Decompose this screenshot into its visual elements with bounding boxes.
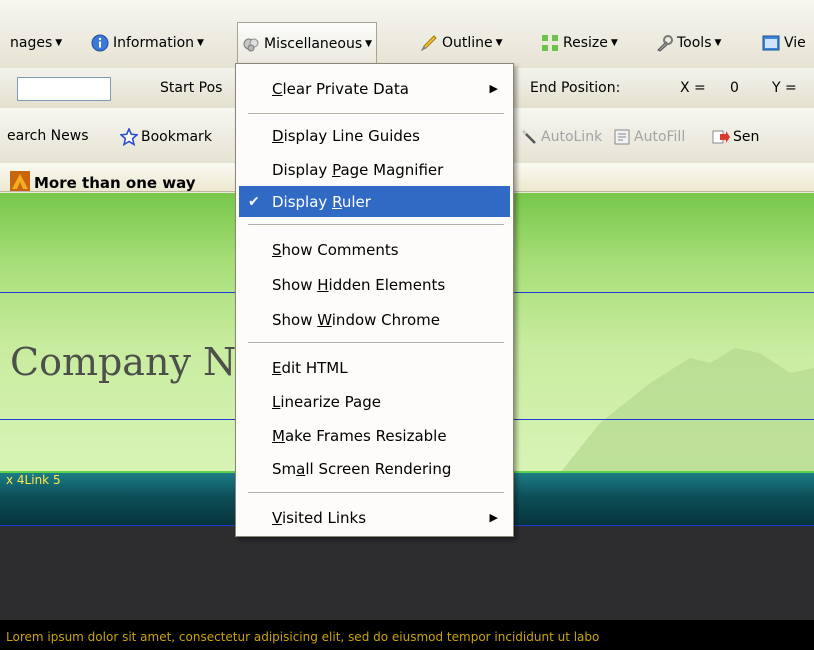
menu-item-label: Display Page Magnifier <box>272 160 444 179</box>
menu-item-label: Make Frames Resizable <box>272 426 447 445</box>
menu-separator <box>248 342 504 344</box>
menu-item-make-frames-resizable[interactable]: Make Frames Resizable <box>239 420 510 451</box>
wand-icon <box>520 128 538 146</box>
menu-item-show-comments[interactable]: Show Comments <box>239 234 510 265</box>
send-label: Sen <box>733 129 760 145</box>
y-coordinate-label: Y = <box>772 80 797 96</box>
autolink-button[interactable]: AutoLink <box>520 128 602 146</box>
menu-item-label: Display Ruler <box>272 192 371 211</box>
form-icon <box>613 128 631 146</box>
wrench-icon <box>655 34 673 52</box>
checkmark-icon: ✔ <box>248 193 260 210</box>
misc-icon <box>242 35 260 53</box>
chevron-down-icon: ▼ <box>365 39 373 49</box>
images-menu-label: nages <box>10 35 53 51</box>
menu-item-display-ruler[interactable]: ✔ Display Ruler <box>239 186 510 217</box>
menu-separator <box>248 224 504 226</box>
menu-item-linearize-page[interactable]: Linearize Page <box>239 386 510 417</box>
view-menu-label: Vie <box>784 35 806 51</box>
send-button[interactable]: Sen <box>712 128 759 146</box>
autofill-label: AutoFill <box>634 129 686 145</box>
images-menu[interactable]: nages ▼ <box>6 32 62 54</box>
end-position-label: End Position: <box>530 80 621 96</box>
menu-item-label: Linearize Page <box>272 392 381 411</box>
bookmarks-button[interactable]: Bookmark <box>120 128 212 146</box>
chevron-down-icon: ▼ <box>197 38 204 48</box>
menu-item-display-line-guides[interactable]: Display Line Guides <box>239 120 510 151</box>
menu-item-show-window-chrome[interactable]: Show Window Chrome <box>239 304 510 335</box>
x-coordinate-value: 0 <box>730 80 739 96</box>
menu-item-show-hidden-elements[interactable]: Show Hidden Elements <box>239 269 510 300</box>
content-area <box>0 525 814 621</box>
search-news-button[interactable]: earch News <box>4 128 89 144</box>
menu-item-label: Show Comments <box>272 240 399 259</box>
menu-item-label: Show Window Chrome <box>272 310 441 329</box>
resize-menu-label: Resize <box>563 35 608 51</box>
mountain-graphic <box>560 348 814 473</box>
body-text: Lorem ipsum dolor sit amet, consectetur … <box>6 630 600 644</box>
miscellaneous-dropdown: Clear Private Data ▶ Display Line Guides… <box>235 63 514 537</box>
information-menu-label: Information <box>113 35 195 51</box>
view-menu[interactable]: Vie <box>762 32 806 54</box>
miscellaneous-menu[interactable]: Miscellaneous ▼ <box>237 22 378 65</box>
info-bar-text: More than one way <box>34 174 196 192</box>
star-icon <box>120 128 138 146</box>
search-news-label: earch News <box>7 128 89 144</box>
resize-icon <box>541 34 559 52</box>
menu-item-label: Display Line Guides <box>272 126 420 145</box>
menu-item-label: Small Screen Rendering <box>272 459 452 478</box>
menu-separator <box>248 113 504 115</box>
menu-item-edit-html[interactable]: Edit HTML <box>239 352 510 383</box>
autofill-button[interactable]: AutoFill <box>613 128 685 146</box>
menu-item-small-screen-rendering[interactable]: Small Screen Rendering <box>239 453 510 484</box>
menu-item-display-page-magnifier[interactable]: Display Page Magnifier <box>239 154 510 185</box>
information-menu[interactable]: Information ▼ <box>91 32 204 54</box>
company-name: Company N <box>10 340 237 384</box>
view-icon <box>762 34 780 52</box>
nav-link[interactable]: x 4Link 5 <box>6 473 61 487</box>
resize-menu[interactable]: Resize ▼ <box>541 32 618 54</box>
x-coordinate-label: X = <box>680 80 706 96</box>
submenu-arrow-icon: ▶ <box>489 511 498 524</box>
menu-item-label: Visited Links <box>272 508 367 527</box>
pencil-icon <box>420 34 438 52</box>
chevron-down-icon: ▼ <box>610 38 618 48</box>
chevron-down-icon: ▼ <box>55 38 63 48</box>
chevron-down-icon: ▼ <box>495 38 503 48</box>
tools-menu-label: Tools <box>677 35 712 51</box>
autolink-label: AutoLink <box>541 129 603 145</box>
position-input[interactable] <box>17 77 111 101</box>
menu-item-visited-links[interactable]: Visited Links ▶ <box>239 502 510 533</box>
miscellaneous-menu-label: Miscellaneous <box>264 36 363 52</box>
chevron-down-icon: ▼ <box>714 38 722 48</box>
menu-separator <box>248 492 504 494</box>
bookmarks-label: Bookmark <box>141 129 212 145</box>
send-icon <box>712 128 730 146</box>
outline-menu-label: Outline <box>442 35 493 51</box>
menu-item-clear-private-data[interactable]: Clear Private Data ▶ <box>239 73 510 104</box>
menu-item-label: Show Hidden Elements <box>272 275 446 294</box>
menu-item-label: Clear Private Data <box>272 79 409 98</box>
start-position-label: Start Pos <box>160 80 223 96</box>
outline-menu[interactable]: Outline ▼ <box>420 32 503 54</box>
tools-menu[interactable]: Tools ▼ <box>655 32 721 54</box>
logo-icon <box>10 171 30 191</box>
menu-item-label: Edit HTML <box>272 358 348 377</box>
info-icon <box>91 34 109 52</box>
submenu-arrow-icon: ▶ <box>489 82 498 95</box>
